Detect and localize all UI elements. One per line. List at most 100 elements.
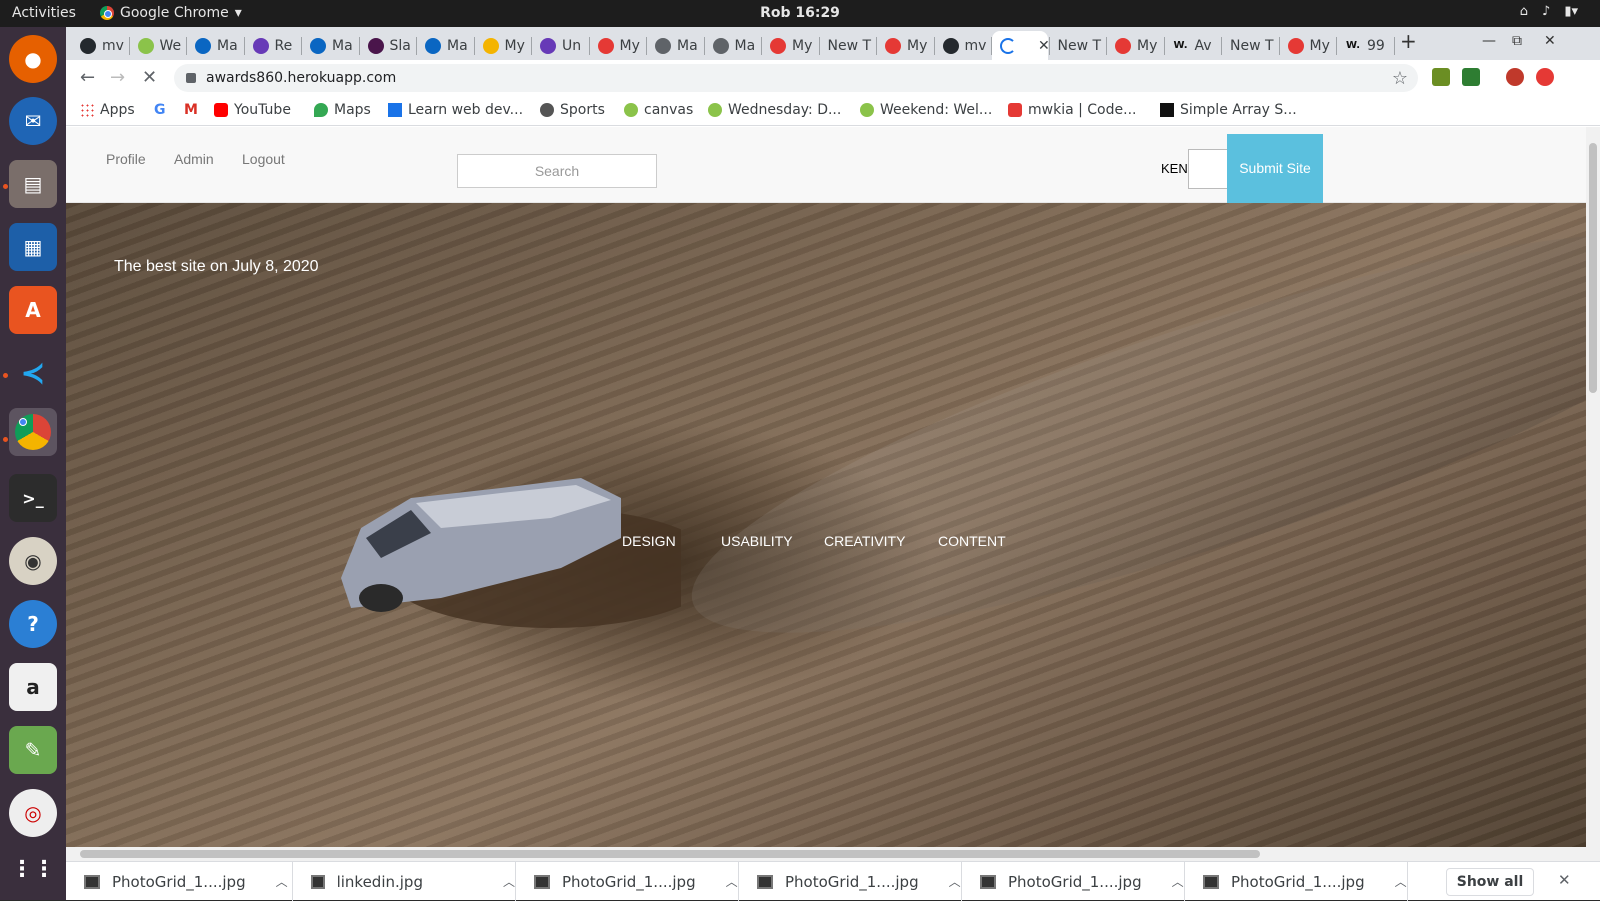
nav-profile-link[interactable]: Profile (106, 151, 146, 167)
bookmark-apps[interactable]: Apps (80, 102, 135, 118)
gnome-top-bar: Activities Google Chrome ▾ Rob 16:29 ⌂ ♪… (0, 0, 1600, 27)
bookmark-simple-array[interactable]: Simple Array S... (1160, 102, 1297, 118)
help-icon[interactable]: ? (9, 600, 57, 648)
vscode-icon[interactable]: ≺ (9, 349, 57, 397)
browser-tab[interactable]: Ma (705, 31, 761, 60)
category-design[interactable]: DESIGN (622, 533, 676, 549)
bookmark-mwkia[interactable]: mwkia | Code... (1008, 102, 1136, 118)
browser-tab[interactable]: Sla (360, 31, 416, 60)
browser-tab[interactable]: W. Av (1165, 31, 1221, 60)
submit-site-button[interactable]: Submit Site (1227, 134, 1323, 203)
browser-tab[interactable]: New T (1222, 31, 1278, 60)
bookmark-sports[interactable]: Sports (540, 102, 605, 118)
browser-tab[interactable]: Ma (417, 31, 473, 60)
chevron-up-icon[interactable]: ︿ (503, 873, 515, 890)
bookmark-youtube[interactable]: YouTube (214, 102, 291, 118)
close-tab-icon[interactable]: ✕ (1038, 38, 1048, 54)
amazon-icon[interactable]: a (9, 663, 57, 711)
firefox-icon[interactable]: ● (9, 35, 57, 83)
vertical-scrollbar[interactable] (1586, 127, 1600, 847)
gmail-icon[interactable]: M (184, 102, 198, 118)
download-item[interactable]: PhotoGrid_1....jpg ︿ (962, 862, 1185, 901)
browser-tab[interactable]: We (130, 31, 186, 60)
system-tray[interactable]: ⌂ ♪ ▮▾ (1520, 4, 1578, 19)
download-item[interactable]: PhotoGrid_1....jpg ︿ (1185, 862, 1408, 901)
download-item[interactable]: PhotoGrid_1....jpg ︿ (516, 862, 739, 901)
software-center-icon[interactable]: A (9, 286, 57, 334)
palm-icon (624, 103, 638, 117)
browser-tab[interactable]: Ma (187, 31, 243, 60)
nav-admin-link[interactable]: Admin (174, 151, 214, 167)
browser-tab[interactable]: My (590, 31, 646, 60)
scroll-thumb[interactable] (80, 850, 1260, 858)
chevron-up-icon[interactable]: ︿ (726, 873, 738, 890)
clock[interactable]: Rob 16:29 (760, 5, 840, 21)
rhythmbox-icon[interactable]: ◉ (9, 537, 57, 585)
browser-tab[interactable]: New T (1050, 31, 1106, 60)
download-item[interactable]: PhotoGrid_1....jpg ︿ (739, 862, 962, 901)
browser-tab[interactable]: My (475, 31, 531, 60)
search-input[interactable]: Search (457, 154, 657, 188)
browser-tab[interactable]: Ma (302, 31, 358, 60)
extension-icon[interactable] (1432, 68, 1450, 86)
browser-tab[interactable]: mv (72, 31, 128, 60)
show-apps-icon[interactable]: ⋮⋮ (9, 845, 57, 893)
close-downloads-icon[interactable]: ✕ (1558, 871, 1571, 889)
nav-logout-link[interactable]: Logout (242, 151, 285, 167)
chevron-up-icon[interactable]: ︿ (949, 873, 961, 890)
scroll-thumb[interactable] (1589, 143, 1597, 393)
browser-tab[interactable]: Un (532, 31, 588, 60)
bookmark-canvas[interactable]: canvas (624, 102, 693, 118)
activities-button[interactable]: Activities (12, 5, 76, 21)
browser-tab[interactable]: ✕ (992, 31, 1048, 60)
bookmark-weekend[interactable]: Weekend: Wel... (860, 102, 992, 118)
app-name: Google Chrome (120, 5, 229, 21)
profile-avatar[interactable] (1506, 68, 1524, 86)
download-item[interactable]: PhotoGrid_1....jpg ︿ (66, 862, 293, 901)
new-tab-icon[interactable]: + (1400, 29, 1417, 53)
browser-tab[interactable]: mv (935, 31, 991, 60)
address-bar[interactable]: awards860.herokuapp.com ☆ (174, 64, 1418, 92)
terminal-icon[interactable]: >_ (9, 474, 57, 522)
avatar[interactable] (1188, 149, 1228, 189)
files-icon[interactable]: ▤ (9, 160, 57, 208)
forward-icon[interactable]: → (110, 67, 125, 88)
horizontal-scrollbar[interactable] (66, 847, 1600, 861)
bookmark-maps[interactable]: Maps (314, 102, 371, 118)
browser-tab[interactable]: Ma (647, 31, 703, 60)
stop-loading-icon[interactable]: ✕ (142, 67, 157, 88)
thunderbird-icon[interactable]: ✉ (9, 97, 57, 145)
download-item[interactable]: linkedin.jpg ︿ (293, 862, 516, 901)
category-content[interactable]: CONTENT (938, 533, 1006, 549)
update-icon[interactable] (1536, 68, 1554, 86)
minimize-icon[interactable]: — (1482, 33, 1496, 49)
browser-tab[interactable]: My (762, 31, 818, 60)
chrome-dock-icon[interactable] (9, 408, 57, 456)
restore-icon[interactable]: ⧉ (1512, 33, 1522, 49)
bookmark-learn-web-dev[interactable]: Learn web dev... (388, 102, 523, 118)
google-icon[interactable]: G (154, 102, 166, 118)
close-window-icon[interactable]: ✕ (1544, 33, 1556, 49)
chevron-up-icon[interactable]: ︿ (276, 873, 288, 890)
bookmark-star-icon[interactable]: ☆ (1392, 68, 1408, 89)
app-menu[interactable]: Google Chrome ▾ (100, 5, 242, 21)
category-usability[interactable]: USABILITY (721, 533, 793, 549)
writer-icon[interactable]: ▦ (9, 223, 57, 271)
browser-tab[interactable]: Re (245, 31, 301, 60)
screenshot-icon[interactable]: ◎ (9, 789, 57, 837)
image-viewer-icon[interactable]: ✎ (9, 726, 57, 774)
browser-tab[interactable]: My (877, 31, 933, 60)
back-icon[interactable]: ← (80, 67, 95, 88)
browser-tab[interactable]: New T (820, 31, 876, 60)
chevron-up-icon[interactable]: ︿ (1172, 873, 1184, 890)
w-icon: W. (1173, 40, 1188, 51)
chevron-up-icon[interactable]: ︿ (1395, 873, 1407, 890)
bookmark-wednesday[interactable]: Wednesday: D... (708, 102, 841, 118)
show-all-downloads-button[interactable]: Show all (1446, 868, 1534, 896)
extension-icon[interactable] (1462, 68, 1480, 86)
browser-tab[interactable]: W. 99 (1337, 31, 1393, 60)
chrome-icon (15, 414, 51, 450)
browser-tab[interactable]: My (1107, 31, 1163, 60)
category-creativity[interactable]: CREATIVITY (824, 533, 905, 549)
browser-tab[interactable]: My (1280, 31, 1336, 60)
